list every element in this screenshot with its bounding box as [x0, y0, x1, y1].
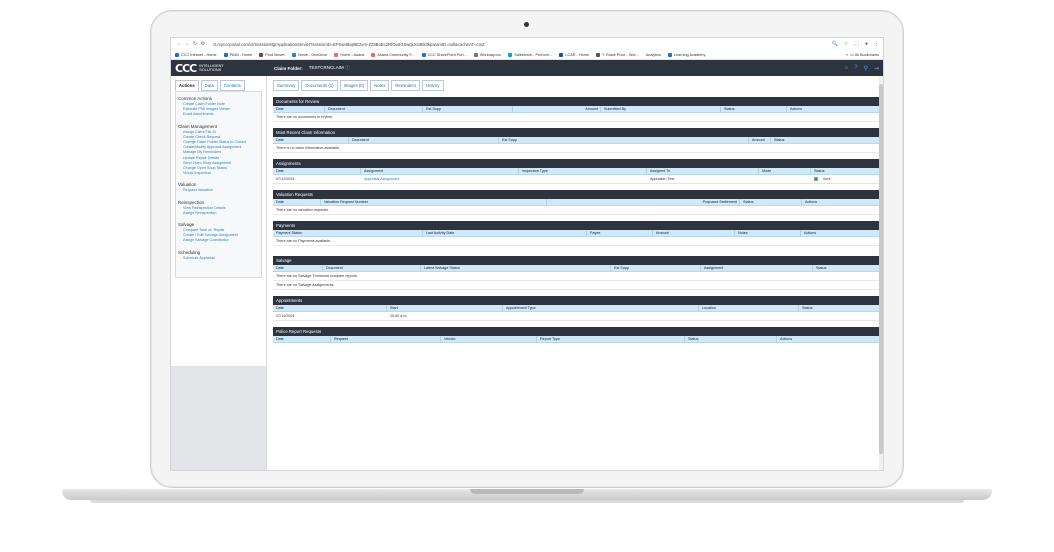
claim-folder-value: TESTCRNCLAIM ⓘ [308, 65, 350, 70]
group-reinspection: Reinspection View Reinspection Details A… [178, 200, 259, 216]
valuation-section: Valuation Requests Date Valuation Reques… [273, 190, 881, 215]
bookmark-item[interactable]: Salesforce - Perform... [508, 52, 552, 57]
help-icon[interactable]: ? [854, 65, 857, 72]
bookmark-item[interactable]: CCC SharePoint Port... [421, 52, 467, 57]
action-link[interactable]: Email Attachments [178, 112, 259, 117]
payments-section: Payments Payment Status Last Activity Da… [273, 221, 881, 246]
bookmark-item[interactable]: Prod Mover [259, 52, 285, 57]
tab-reminders[interactable]: Reminders [391, 80, 421, 91]
bookmark-item[interactable]: I-CAR - Home [559, 52, 589, 57]
bookmark-item[interactable]: Asana Community F... [371, 52, 415, 57]
logout-icon[interactable]: ⇥ [874, 65, 879, 72]
site-info-icon[interactable]: ⚙ [199, 41, 207, 47]
sidebar-tabs: Actions Data Contacts [171, 76, 266, 91]
tab-contacts[interactable]: Contacts [219, 80, 245, 91]
empty-message: There are no documents to review. [273, 113, 881, 122]
main-tabs: Summary Documents (1) Images (0) Notes R… [273, 80, 881, 91]
action-link[interactable]: Assign Salvage Coordinator [178, 238, 259, 243]
claim-info-section: Most Recent Claim Information Date Docum… [273, 128, 881, 153]
url-input[interactable]: ct.mycccportal.com/ct/SessionMgrApplicat… [213, 42, 832, 47]
check-icon [814, 177, 818, 181]
assignments-section: Assignments Date Assignment Inspection T… [273, 159, 881, 184]
empty-message: There are no Payments available. [273, 237, 881, 246]
claim-folder-label: Claim Folder: [274, 65, 303, 71]
home-icon[interactable]: ⌂ [845, 65, 849, 72]
search-icon[interactable]: ⚲ [864, 65, 868, 72]
tab-summary[interactable]: Summary [273, 80, 300, 91]
police-section: Police Report Requests Date Request Vend… [273, 327, 881, 343]
reload-icon[interactable]: ↻ [191, 41, 199, 47]
table-header: Date Assignment Inspection Type Assigned… [273, 167, 881, 175]
bookmark-item[interactable]: Workday.ccc [473, 52, 501, 57]
table-row[interactable]: 07/14/2024 10:00 a.m. [273, 312, 881, 321]
appraisal-assignment-link[interactable]: Appraisal Assignment [361, 177, 519, 181]
appointments-section: Appointments Date Start Appointment Type… [273, 296, 881, 321]
group-claim-management: Claim Management Assign Client File ID C… [178, 124, 259, 177]
table-header: Date Document Latest Salvage Status Est … [273, 264, 881, 272]
profile-icon[interactable]: ● [865, 41, 868, 47]
app-header: CCC INTELLIGENT SOLUTIONS Claim Folder: T… [171, 60, 883, 76]
tab-actions[interactable]: Actions [175, 80, 199, 91]
bookmark-item[interactable]: CCC Intranet - Home [175, 52, 217, 57]
bookmark-item[interactable]: Home - Asana [334, 52, 364, 57]
info-icon: ⓘ [345, 65, 350, 70]
browser-url-bar: ← → ↻ ⚙ ct.mycccportal.com/ct/SessionMgr… [171, 38, 883, 50]
action-link[interactable]: Request Valuation [178, 188, 259, 193]
salvage-section: Salvage Date Document Latest Salvage Sta… [273, 256, 881, 290]
tab-images[interactable]: Images (0) [339, 80, 369, 91]
back-icon[interactable]: ← [175, 41, 183, 47]
extensions-icon[interactable]: ⬚ [854, 41, 859, 47]
group-scheduling: Scheduling Schedule Appraisal [178, 250, 259, 261]
action-link[interactable]: Assign Reinspection [178, 211, 259, 216]
ccc-logo: CCC INTELLIGENT SOLUTIONS [175, 61, 224, 75]
screen: ← → ↻ ⚙ ct.mycccportal.com/ct/SessionMgr… [170, 37, 884, 471]
zoom-icon[interactable]: 🔍 [832, 41, 838, 47]
tab-history[interactable]: History [422, 80, 444, 91]
app-body: Actions Data Contacts Common Actions Cre… [171, 76, 883, 470]
bookmark-item[interactable]: Learning Academy [667, 52, 705, 57]
table-header: Date Valuation Request Number Proposed S… [273, 198, 881, 206]
empty-message: There are no Salvage Threshold compare r… [273, 272, 881, 281]
star-icon[interactable]: ☆ [844, 41, 848, 47]
forward-icon[interactable]: → [183, 41, 191, 47]
table-row[interactable]: 07/12/2024 Appraisal Assignment Appraise… [273, 175, 881, 184]
action-link[interactable]: Schedule Appraisal [178, 256, 259, 261]
table-header: Date Document Est Supp Amount Status [273, 136, 881, 144]
scrollbar-thumb[interactable] [879, 84, 883, 454]
table-header: Payment Status Last Activity Date Payee … [273, 229, 881, 237]
empty-message: There are no Salvage Assignments. [273, 281, 881, 290]
sidebar: Actions Data Contacts Common Actions Cre… [171, 76, 267, 470]
empty-message: There is no claim information available. [273, 144, 881, 153]
bookmark-item[interactable]: Analytics [646, 53, 661, 57]
bookmarks-bar: CCC Intranet - Home PAIM - Home Prod Mov… [171, 50, 883, 60]
table-header: Date Document Est Supp Amount Submitted … [273, 105, 881, 113]
status-badge: Sent [811, 177, 881, 181]
bookmark-item[interactable]: PAIM - Home [223, 52, 252, 57]
menu-icon[interactable]: ⋮ [874, 41, 879, 47]
camera-icon [524, 22, 529, 27]
empty-message: There are no valuation requests. [273, 206, 881, 215]
actions-panel: Common Actions Create Claim Folder Note … [175, 91, 262, 278]
laptop-notch [470, 489, 584, 494]
tab-documents[interactable]: Documents (1) [301, 80, 338, 91]
group-common-actions: Common Actions Create Claim Folder Note … [178, 96, 259, 118]
tab-data[interactable]: Data [200, 80, 218, 91]
table-header: Date Start Appointment Type Location Sta… [273, 304, 881, 312]
group-salvage: Salvage Compare Total vs. Repair Create … [178, 222, 259, 244]
all-bookmarks[interactable]: » ▭ All Bookmarks [846, 52, 879, 57]
action-link[interactable]: Virtual Inspection [178, 171, 259, 176]
documents-section: Documents for Review Date Document Est S… [273, 97, 881, 122]
bookmark-item[interactable]: Home - OneDrive [291, 52, 327, 57]
tab-notes[interactable]: Notes [370, 80, 390, 91]
bookmark-item[interactable]: T. Rowe Price - Wor... [596, 52, 639, 57]
table-header: Date Request Vendor Report Type Status A… [273, 335, 881, 343]
main-content: Summary Documents (1) Images (0) Notes R… [267, 76, 883, 470]
group-valuation: Valuation Request Valuation [178, 182, 259, 193]
